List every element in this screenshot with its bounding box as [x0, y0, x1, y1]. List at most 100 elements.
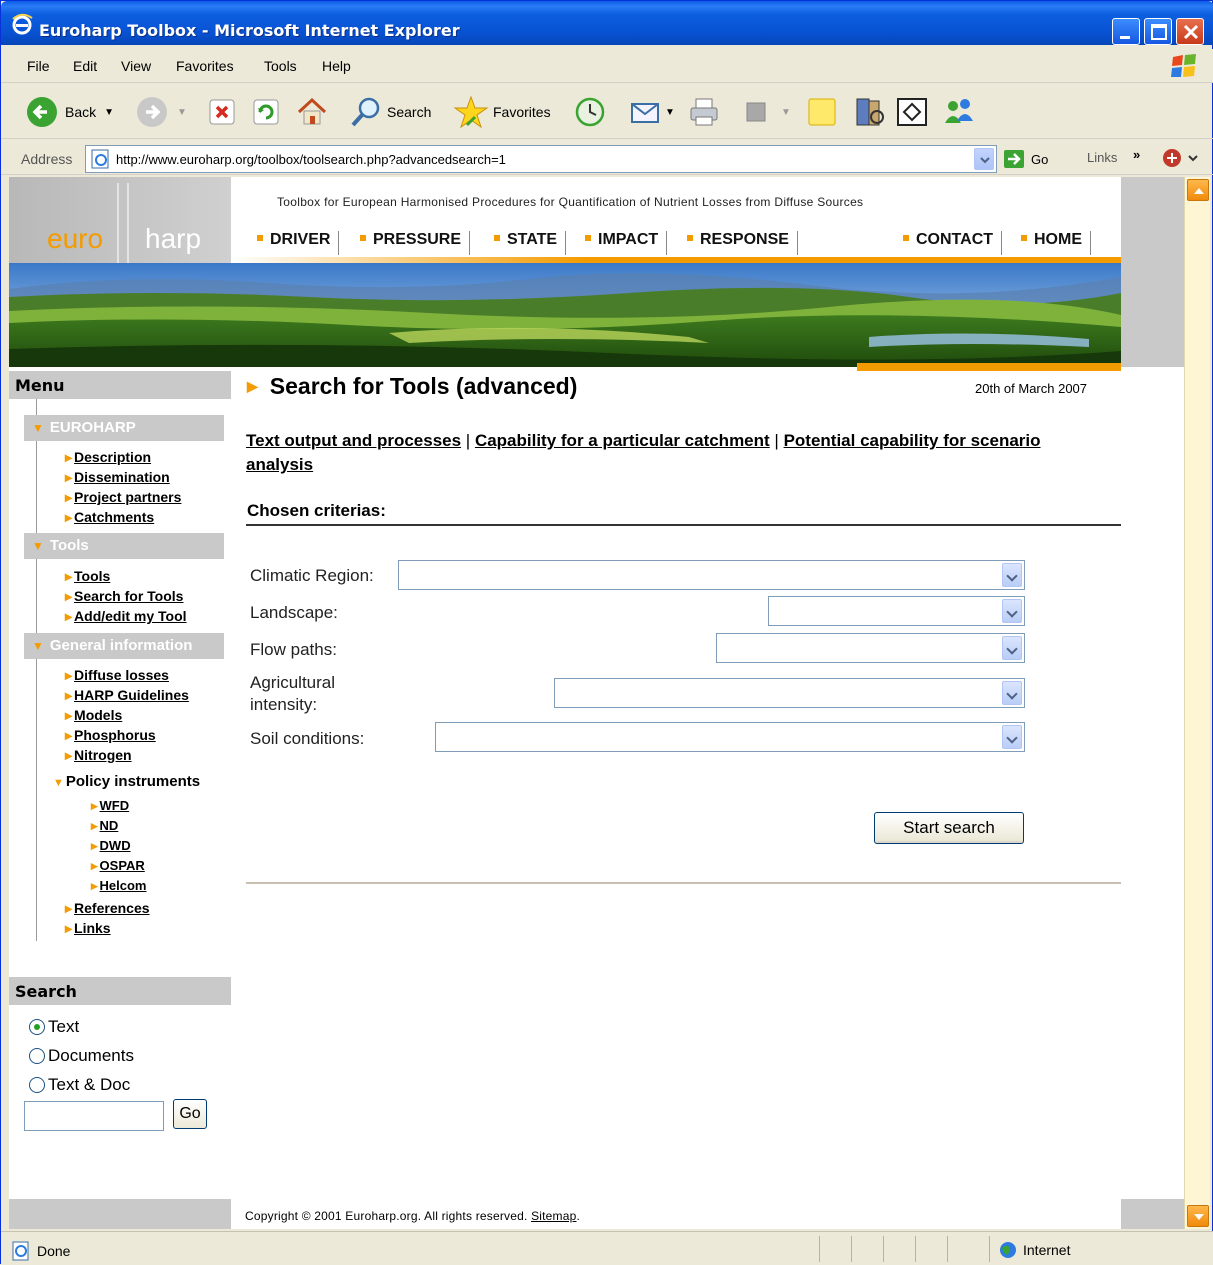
link-models[interactable]: Models: [65, 707, 122, 724]
section-tools[interactable]: Tools: [24, 533, 224, 559]
nav-home[interactable]: HOME: [1021, 231, 1091, 255]
landscape-banner-image: [9, 263, 1121, 367]
address-label: Address: [21, 151, 73, 167]
address-dropdown-button[interactable]: [974, 148, 994, 170]
link-wfd[interactable]: WFD: [91, 798, 130, 814]
menu-tools[interactable]: Tools: [264, 58, 297, 74]
edit-button[interactable]: ▼: [741, 93, 791, 131]
select-landscape[interactable]: [768, 596, 1025, 626]
search-mode-tabs: Text output and processes | Capability f…: [246, 431, 1041, 474]
messenger-window-button[interactable]: [895, 93, 929, 131]
chevron-down-icon: [1002, 725, 1022, 749]
chevron-down-icon: [1194, 1214, 1204, 1220]
window-icon: [897, 98, 927, 126]
link-dissemination[interactable]: Dissemination: [65, 469, 170, 486]
link-references[interactable]: References: [65, 900, 150, 917]
search-header: Search: [9, 977, 231, 1005]
menu-bar: File Edit View Favorites Tools Help: [1, 49, 1213, 83]
menu-edit[interactable]: Edit: [73, 58, 97, 74]
link-ospar[interactable]: OSPAR: [91, 858, 145, 874]
discuss-button[interactable]: [805, 93, 839, 131]
nav-impact[interactable]: IMPACT: [585, 231, 668, 255]
favorites-button[interactable]: Favorites: [453, 93, 551, 131]
link-catchments[interactable]: Catchments: [65, 509, 154, 526]
radio-text-and-doc[interactable]: Text & Doc: [29, 1075, 130, 1095]
link-project-partners[interactable]: Project partners: [65, 489, 181, 506]
links-label[interactable]: Links: [1087, 150, 1117, 165]
go-arrow-icon: [1004, 150, 1024, 168]
link-tools[interactable]: Tools: [65, 568, 110, 585]
mail-icon: [631, 103, 659, 123]
link-add-edit-my-tool[interactable]: Add/edit my Tool: [65, 608, 187, 625]
menu-view[interactable]: View: [121, 58, 151, 74]
history-button[interactable]: [573, 93, 607, 131]
chevron-right-icon[interactable]: »: [1133, 147, 1140, 162]
scroll-down-button[interactable]: [1187, 1205, 1209, 1227]
go-button[interactable]: Go: [1003, 149, 1048, 169]
favorites-label: Favorites: [493, 104, 551, 120]
research-button[interactable]: [853, 93, 887, 131]
menu-help[interactable]: Help: [322, 58, 351, 74]
nav-response[interactable]: RESPONSE: [687, 231, 798, 255]
minimize-button[interactable]: [1112, 18, 1140, 45]
radio-text[interactable]: Text: [29, 1017, 79, 1037]
print-button[interactable]: [687, 93, 721, 131]
messenger-button[interactable]: [941, 93, 977, 131]
menu-favorites[interactable]: Favorites: [176, 58, 234, 74]
scroll-up-button[interactable]: [1187, 179, 1209, 201]
mail-button[interactable]: ▼: [629, 93, 675, 131]
link-diffuse-losses[interactable]: Diffuse losses: [65, 667, 169, 684]
print-icon: [690, 98, 718, 126]
policy-instruments-heading[interactable]: Policy instruments: [53, 773, 200, 790]
forward-button[interactable]: ▼: [135, 93, 187, 131]
vertical-scrollbar[interactable]: [1184, 177, 1210, 1229]
select-soil-conditions[interactable]: [435, 722, 1025, 752]
site-search-input[interactable]: [24, 1101, 164, 1131]
sitemap-link[interactable]: Sitemap: [531, 1209, 576, 1223]
select-flow-paths[interactable]: [716, 633, 1025, 663]
search-button[interactable]: Search: [349, 93, 431, 131]
stop-button[interactable]: [207, 93, 237, 131]
translate-icon[interactable]: [1161, 147, 1201, 169]
link-nitrogen[interactable]: Nitrogen: [65, 747, 132, 764]
back-label: Back: [65, 104, 97, 120]
link-phosphorus[interactable]: Phosphorus: [65, 727, 156, 744]
link-harp-guidelines[interactable]: HARP Guidelines: [65, 687, 189, 704]
link-nd[interactable]: ND: [91, 818, 119, 834]
link-links[interactable]: Links: [65, 920, 111, 937]
star-icon: [453, 95, 489, 129]
toolbar: Back ▼ ▼ Search Favorites ▼ ▼: [1, 85, 1213, 139]
maximize-button[interactable]: [1144, 18, 1172, 45]
link-helcom[interactable]: Helcom: [91, 878, 147, 894]
refresh-button[interactable]: [251, 93, 281, 131]
link-dwd[interactable]: DWD: [91, 838, 131, 854]
site-tagline: Toolbox for European Harmonised Procedur…: [277, 195, 864, 209]
tab-text-output[interactable]: Text output and processes: [246, 431, 461, 450]
back-button[interactable]: Back ▼: [25, 93, 114, 131]
link-search-for-tools[interactable]: Search for Tools: [65, 588, 183, 605]
label-agricultural-intensity: Agricultural intensity:: [250, 673, 336, 714]
ie-logo-icon: [12, 13, 33, 35]
close-button[interactable]: [1176, 18, 1204, 45]
nav-state[interactable]: STATE: [494, 231, 567, 255]
home-button[interactable]: [295, 93, 329, 131]
select-agricultural-intensity[interactable]: [554, 678, 1025, 708]
menu-file[interactable]: File: [27, 58, 50, 74]
section-general-information[interactable]: General information: [24, 633, 224, 659]
start-search-button[interactable]: Start search: [874, 812, 1024, 844]
site-search-go-button[interactable]: Go: [173, 1099, 207, 1129]
chevron-down-icon: ▼: [781, 106, 791, 118]
nav-pressure[interactable]: PRESSURE: [360, 231, 471, 255]
tab-catchment-capability[interactable]: Capability for a particular catchment: [475, 431, 770, 450]
label-climatic-region: Climatic Region:: [250, 566, 374, 585]
address-input[interactable]: http://www.euroharp.org/toolbox/toolsear…: [85, 145, 997, 173]
chevron-down-icon: ▼: [665, 106, 675, 118]
section-euroharp[interactable]: EUROHARP: [24, 415, 224, 441]
messenger-icon: [945, 99, 973, 123]
link-description[interactable]: Description: [65, 449, 151, 466]
select-climatic-region[interactable]: [398, 560, 1025, 590]
radio-documents[interactable]: Documents: [29, 1046, 134, 1066]
nav-contact[interactable]: CONTACT: [903, 231, 1003, 255]
nav-driver[interactable]: DRIVER: [257, 231, 340, 255]
title-bar: Euroharp Toolbox - Microsoft Internet Ex…: [1, 1, 1213, 45]
